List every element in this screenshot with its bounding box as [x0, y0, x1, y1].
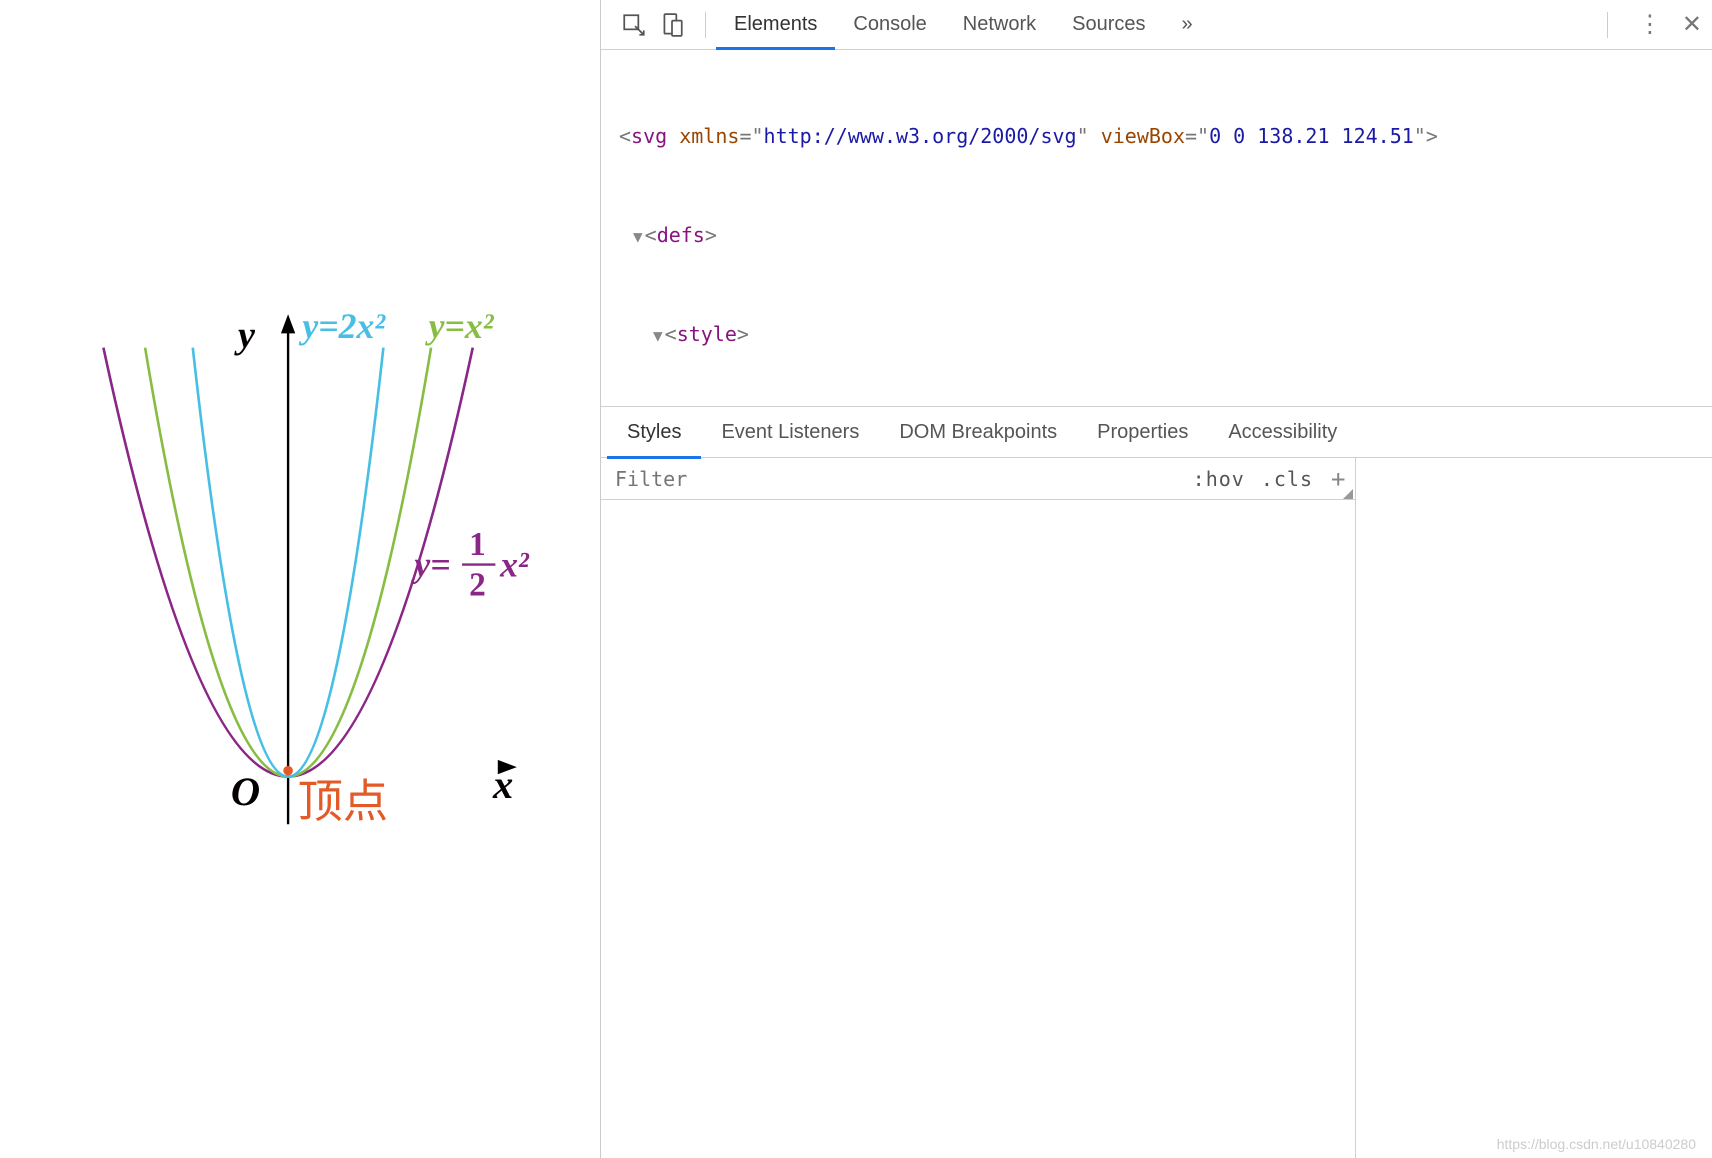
hov-toggle[interactable]: :hov: [1185, 467, 1253, 491]
tab-more[interactable]: »: [1164, 0, 1211, 50]
btab-styles[interactable]: Styles: [607, 406, 701, 458]
kebab-icon[interactable]: ⋮: [1638, 10, 1662, 39]
resizer-icon[interactable]: [1343, 489, 1353, 499]
curve-label-blue: y=2x²: [298, 306, 386, 346]
tab-network[interactable]: Network: [945, 0, 1054, 50]
fraction-top: 1: [469, 526, 486, 563]
curve-label-green: y=x²: [425, 306, 495, 346]
parabola-graph: y y=2x² y=x² y= 1 2 x² O x 顶点: [40, 300, 560, 865]
btab-event-listeners[interactable]: Event Listeners: [701, 406, 879, 458]
elements-dom-tree[interactable]: <svg xmlns="http://www.w3.org/2000/svg" …: [601, 50, 1712, 406]
inspect-icon[interactable]: [621, 12, 647, 38]
device-toggle-icon[interactable]: [659, 12, 685, 38]
close-icon[interactable]: ✕: [1682, 10, 1702, 39]
tab-console[interactable]: Console: [835, 0, 944, 50]
styles-panel: :hov .cls +: [601, 458, 1712, 1158]
styles-filter-input[interactable]: [601, 467, 1185, 491]
curve-label-purple-suffix: x²: [499, 544, 530, 584]
tab-elements[interactable]: Elements: [716, 0, 835, 50]
devtools-toolbar: Elements Console Network Sources » ⋮ ✕: [601, 0, 1712, 50]
tab-sources[interactable]: Sources: [1054, 0, 1163, 50]
vertex-label: 顶点: [298, 777, 389, 827]
btab-properties[interactable]: Properties: [1077, 406, 1208, 458]
btab-dom-breakpoints[interactable]: DOM Breakpoints: [879, 406, 1077, 458]
styles-tabs: Styles Event Listeners DOM Breakpoints P…: [601, 406, 1712, 458]
btab-accessibility[interactable]: Accessibility: [1208, 406, 1357, 458]
y-axis-label: y: [234, 315, 256, 357]
watermark: https://blog.csdn.net/u10840280: [1497, 1136, 1696, 1152]
devtools-panel: Elements Console Network Sources » ⋮ ✕ <…: [600, 0, 1712, 1158]
origin-label: O: [231, 769, 260, 814]
cls-toggle[interactable]: .cls: [1253, 467, 1321, 491]
x-axis-label: x: [492, 762, 513, 807]
fraction-bot: 2: [469, 566, 486, 603]
curve-label-purple-prefix: y=: [410, 544, 450, 584]
svg-preview-pane: y y=2x² y=x² y= 1 2 x² O x 顶点: [0, 0, 600, 1158]
